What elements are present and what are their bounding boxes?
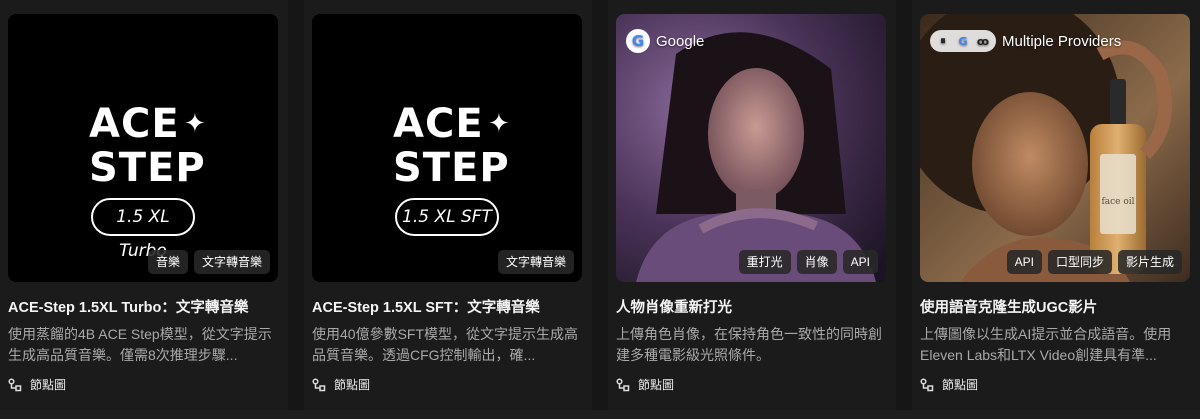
provider-badge: G Google <box>626 28 704 54</box>
variant-pill: 1.5 XL Turbo <box>91 198 195 261</box>
tag[interactable]: 影片生成 <box>1117 250 1182 274</box>
node-graph-label: 節點圖 <box>638 378 675 392</box>
node-graph-label: 節點圖 <box>334 378 371 392</box>
card-thumbnail[interactable]: G Google 重打光 肖像 API <box>616 14 886 282</box>
tag-list: 音樂 文字轉音樂 <box>147 250 270 274</box>
card-thumbnail[interactable]: face oil ⏸ G ꝏ Multiple Providers API 口型… <box>920 14 1190 282</box>
bottle-label: face oil <box>1101 197 1134 207</box>
node-graph-icon <box>920 377 934 391</box>
template-card[interactable]: G Google 重打光 肖像 API 人物肖像重新打光 上傳角色肖像，在保持角… <box>608 0 896 410</box>
node-graph-icon <box>312 377 326 391</box>
card-title[interactable]: 使用語音克隆生成UGC影片 <box>920 296 1196 317</box>
tag[interactable]: 肖像 <box>796 250 837 274</box>
ace-step-logo: ACE ✦ STEP 1.5 XL Turbo <box>8 14 278 282</box>
card-title[interactable]: ACE-Step 1.5XL SFT：文字轉音樂 <box>312 296 588 317</box>
google-icon: G <box>626 29 650 53</box>
logo-line-2: STEP <box>89 145 206 191</box>
template-card[interactable]: face oil ⏸ G ꝏ Multiple Providers API 口型… <box>912 0 1200 410</box>
tag-list: API 口型同步 影片生成 <box>1006 250 1182 274</box>
ace-step-logo: ACE ✦ STEP 1.5 XL SFT <box>312 14 582 282</box>
node-graph-label: 節點圖 <box>942 378 979 392</box>
node-graph-label: 節點圖 <box>30 378 67 392</box>
card-description: 上傳角色肖像，在保持角色一致性的同時創建多種電影級光照條件。 <box>616 326 882 363</box>
tag[interactable]: API <box>1006 250 1042 274</box>
node-graph-icon <box>8 377 22 391</box>
tag-list: 重打光 肖像 API <box>738 250 878 274</box>
card-title[interactable]: 人物肖像重新打光 <box>616 296 892 317</box>
pause-icon: ⏸ <box>940 34 946 47</box>
tag[interactable]: 口型同步 <box>1047 250 1112 274</box>
google-icon: G <box>958 34 968 48</box>
node-graph-meta: 節點圖 <box>920 376 978 393</box>
tag[interactable]: 文字轉音樂 <box>497 250 574 274</box>
sparkle-icon: ✦ <box>184 108 206 138</box>
tag[interactable]: API <box>842 250 878 274</box>
next-row-peek <box>0 410 1200 419</box>
node-graph-meta: 節點圖 <box>616 376 674 393</box>
provider-name: Multiple Providers <box>1002 32 1122 50</box>
tag[interactable]: 音樂 <box>147 250 188 274</box>
logo-line-1: ACE <box>89 101 180 147</box>
tag[interactable]: 重打光 <box>738 250 791 274</box>
tag[interactable]: 文字轉音樂 <box>193 250 270 274</box>
logo-line-1: ACE <box>393 101 484 147</box>
card-thumbnail[interactable]: ACE ✦ STEP 1.5 XL SFT 文字轉音樂 <box>312 14 582 282</box>
node-graph-meta: 節點圖 <box>8 376 66 393</box>
provider-name: Google <box>656 32 705 50</box>
card-thumbnail[interactable]: ACE ✦ STEP 1.5 XL Turbo 音樂 文字轉音樂 <box>8 14 278 282</box>
provider-badge: ⏸ G ꝏ Multiple Providers <box>930 28 1121 54</box>
provider-icons: ⏸ G ꝏ <box>930 30 996 52</box>
logo-line-2: STEP <box>393 145 510 191</box>
card-description: 上傳圖像以生成AI提示並合成語音。使用Eleven Labs和LTX Video… <box>920 326 1172 363</box>
portrait-photo <box>616 14 886 282</box>
template-card[interactable]: ACE ✦ STEP 1.5 XL Turbo 音樂 文字轉音樂 ACE-Ste… <box>0 0 288 410</box>
provider-logo-icon: ꝏ <box>976 34 990 48</box>
sparkle-icon: ✦ <box>488 108 510 138</box>
variant-pill: 1.5 XL SFT <box>395 198 499 236</box>
template-grid: ACE ✦ STEP 1.5 XL Turbo 音樂 文字轉音樂 ACE-Ste… <box>0 0 1200 419</box>
tag-list: 文字轉音樂 <box>497 250 574 274</box>
card-title[interactable]: ACE-Step 1.5XL Turbo：文字轉音樂 <box>8 296 284 317</box>
template-card[interactable]: ACE ✦ STEP 1.5 XL SFT 文字轉音樂 ACE-Step 1.5… <box>304 0 592 410</box>
card-description: 使用蒸餾的4B ACE Step模型，從文字提示生成高品質音樂。僅需8次推理步驟… <box>8 326 272 363</box>
node-graph-meta: 節點圖 <box>312 376 370 393</box>
ugc-photo: face oil <box>920 14 1190 282</box>
card-description: 使用40億參數SFT模型，從文字提示生成高品質音樂。透過CFG控制輸出，確... <box>312 326 579 363</box>
node-graph-icon <box>616 377 630 391</box>
